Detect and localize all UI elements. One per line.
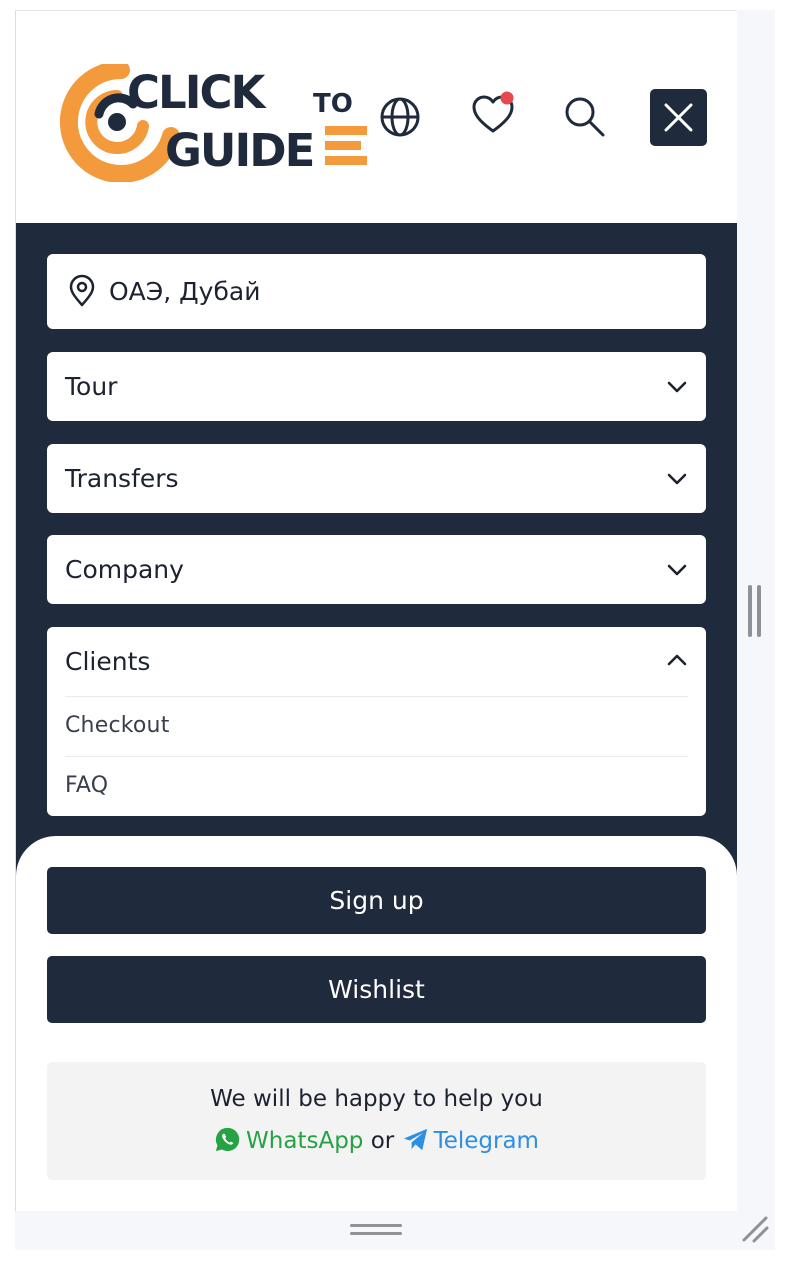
chevron-down-icon	[667, 473, 687, 485]
whatsapp-label: WhatsApp	[246, 1128, 364, 1154]
sign-up-button[interactable]: Sign up	[47, 867, 706, 934]
help-contact-box: We will be happy to help you WhatsApp or…	[47, 1062, 706, 1180]
telegram-link[interactable]: Telegram	[402, 1128, 539, 1154]
location-pin-icon	[69, 274, 95, 307]
logo-to-text: TO	[313, 89, 353, 119]
chevron-down-icon	[667, 381, 687, 393]
location-selector[interactable]: ОАЭ, Дубай	[47, 254, 706, 329]
close-menu-button[interactable]	[650, 89, 707, 146]
menu-item-transfers[interactable]: Transfers	[47, 444, 706, 513]
resize-grip-icon[interactable]	[740, 1214, 770, 1244]
menu-item-label: Company	[65, 555, 184, 584]
side-resize-handle[interactable]	[748, 585, 762, 637]
search-icon[interactable]	[561, 93, 609, 141]
location-value: ОАЭ, Дубай	[109, 277, 261, 306]
whatsapp-link[interactable]: WhatsApp	[214, 1127, 364, 1154]
submenu-item-checkout[interactable]: Checkout	[65, 696, 688, 757]
menu-item-company[interactable]: Company	[47, 535, 706, 604]
wishlist-button[interactable]: Wishlist	[47, 956, 706, 1023]
logo-click-text: CLICK	[127, 66, 267, 119]
bottom-actions-card: Sign up Wishlist We will be happy to hel…	[16, 836, 737, 1211]
menu-item-clients[interactable]: Clients Checkout FAQ	[47, 627, 706, 816]
whatsapp-icon	[215, 1127, 240, 1152]
logo-guide-text: GUIDE	[165, 124, 313, 177]
menu-item-label: Transfers	[65, 464, 179, 493]
telegram-icon	[403, 1128, 427, 1151]
click-to-guide-logo[interactable]: CLICK TO GUIDE	[59, 64, 371, 182]
mobile-menu-panel: ОАЭ, Дубай Tour Transfers Company Client…	[16, 223, 737, 923]
submenu-item-faq[interactable]: FAQ	[65, 756, 688, 817]
help-links: WhatsApp or Telegram	[47, 1126, 706, 1154]
globe-icon[interactable]	[376, 93, 424, 141]
close-icon	[664, 103, 693, 132]
site-header: CLICK TO GUIDE	[16, 11, 737, 223]
help-text: We will be happy to help you	[210, 1086, 543, 1112]
mobile-viewport: CLICK TO GUIDE ОАЭ, Дубай Tour Transfers…	[15, 10, 737, 1211]
menu-item-tour[interactable]: Tour	[47, 352, 706, 421]
menu-item-label: Clients	[65, 647, 151, 676]
telegram-label: Telegram	[433, 1128, 539, 1154]
chevron-up-icon	[667, 654, 687, 666]
heart-icon[interactable]	[469, 91, 517, 139]
notification-dot	[500, 91, 514, 105]
bottom-resize-handle[interactable]	[350, 1224, 402, 1238]
menu-item-label: Tour	[65, 372, 118, 401]
chevron-down-icon	[667, 564, 687, 576]
or-text: or	[370, 1128, 395, 1154]
